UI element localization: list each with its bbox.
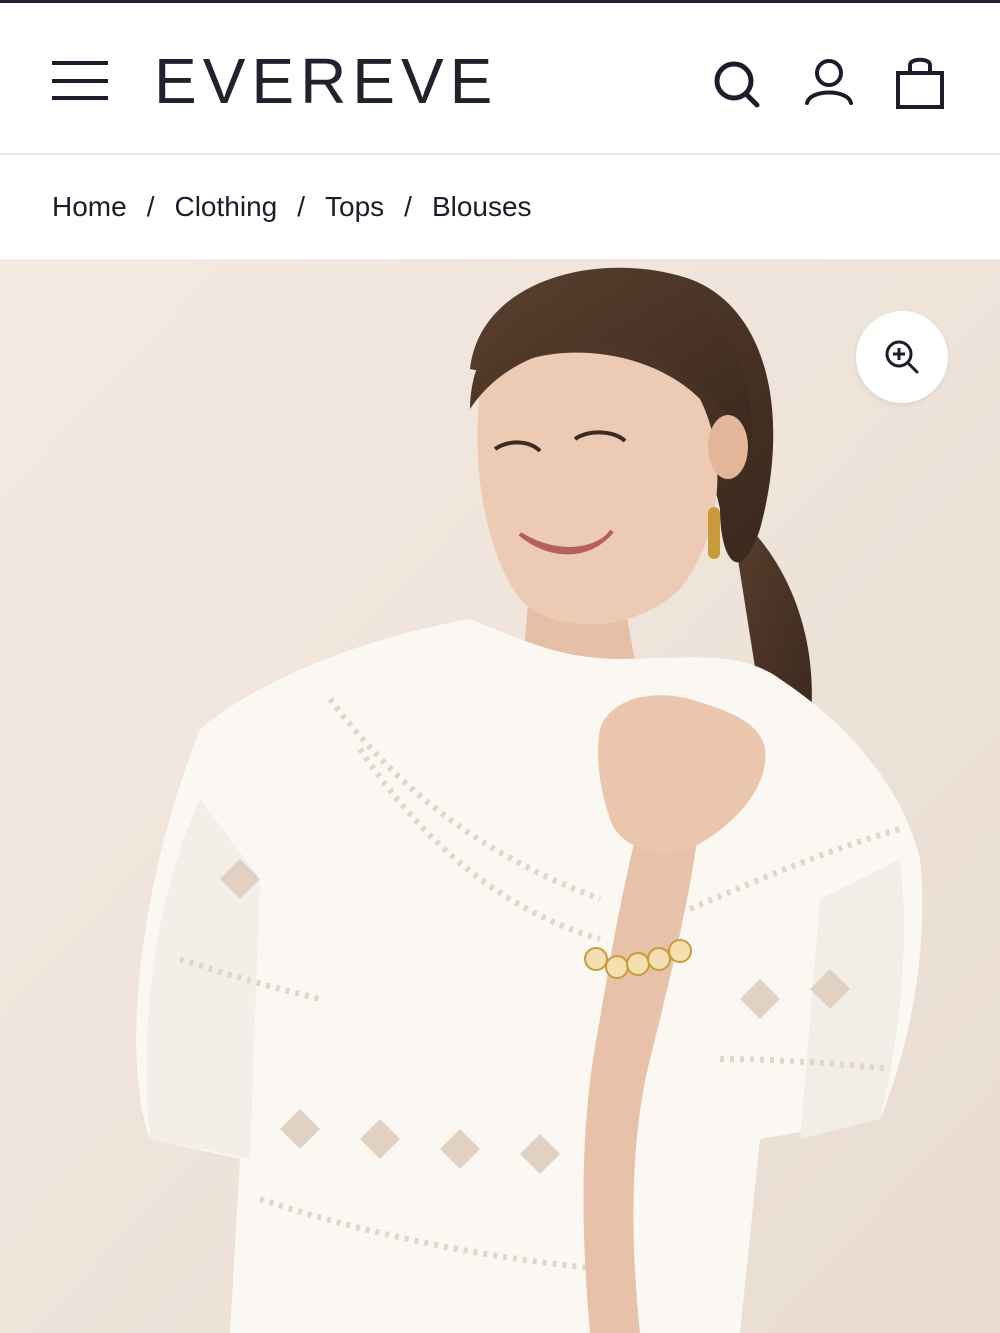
breadcrumb-blouses[interactable]: Blouses	[432, 191, 532, 223]
product-photo	[0, 259, 1000, 1333]
breadcrumb: Home / Clothing / Tops / Blouses	[0, 155, 1000, 259]
breadcrumb-separator: /	[297, 191, 305, 222]
user-account-icon	[805, 59, 853, 105]
product-image-gallery[interactable]	[0, 259, 1000, 1333]
breadcrumb-home[interactable]: Home	[52, 191, 127, 223]
breadcrumb-tops[interactable]: Tops	[325, 191, 384, 223]
site-logo[interactable]: EVEREVE	[154, 47, 498, 115]
cart-button[interactable]	[892, 53, 948, 113]
account-button[interactable]	[802, 53, 858, 113]
search-button[interactable]	[710, 53, 766, 113]
shopping-bag-icon	[896, 57, 944, 109]
menu-button[interactable]	[52, 61, 108, 103]
breadcrumb-separator: /	[146, 191, 155, 222]
hamburger-menu-icon	[52, 61, 108, 65]
breadcrumb-clothing[interactable]: Clothing	[174, 191, 277, 223]
breadcrumb-separator: /	[404, 191, 412, 222]
site-header: EVEREVE	[0, 3, 1000, 155]
zoom-in-icon	[885, 340, 919, 374]
zoom-button[interactable]	[856, 311, 948, 403]
search-icon	[714, 61, 760, 108]
